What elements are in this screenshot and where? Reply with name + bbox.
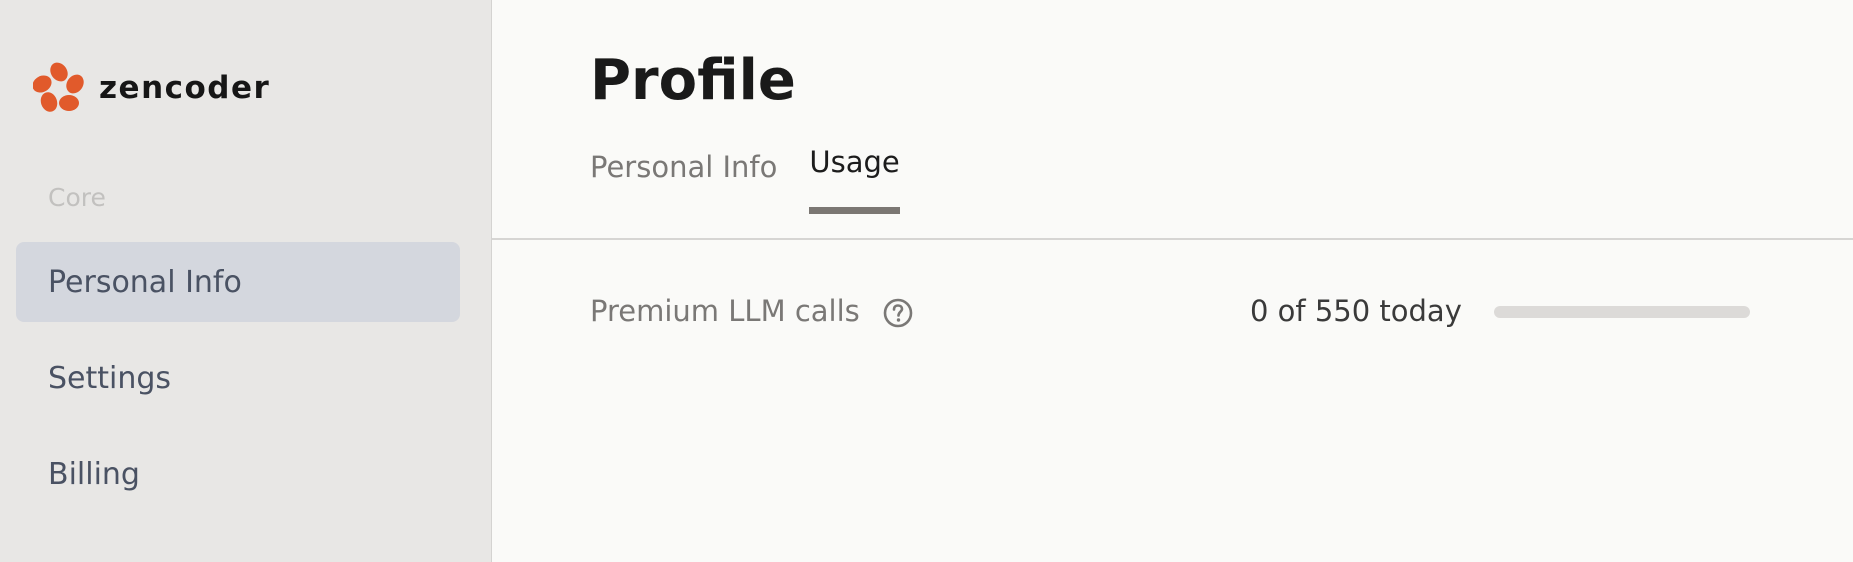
sidebar: zencoder Core Personal Info Settings Bil… <box>0 0 492 562</box>
usage-row-premium-llm-calls: Premium LLM calls 0 of 550 today <box>590 292 1750 336</box>
brand-logo[interactable]: zencoder <box>33 62 270 114</box>
sidebar-item-label: Billing <box>48 456 140 492</box>
usage-label: Premium LLM calls <box>590 294 860 328</box>
tab-personal-info[interactable]: Personal Info <box>590 150 777 219</box>
profile-tabs: Personal Info Usage <box>590 145 932 219</box>
brand-name: zencoder <box>99 70 271 106</box>
tabs-divider <box>492 238 1853 240</box>
sidebar-item-personal-info[interactable]: Personal Info <box>16 242 460 322</box>
question-circle-icon[interactable] <box>882 297 914 329</box>
tab-usage[interactable]: Usage <box>809 145 901 214</box>
sidebar-section-label: Core <box>48 183 106 212</box>
zencoder-logo-icon <box>33 62 84 112</box>
main-content: Profile Personal Info Usage Premium LLM … <box>492 0 1853 562</box>
page-title: Profile <box>590 48 796 113</box>
sidebar-item-settings[interactable]: Settings <box>16 338 460 418</box>
sidebar-item-label: Settings <box>48 360 172 396</box>
usage-progress-bar <box>1494 306 1750 318</box>
sidebar-item-label: Personal Info <box>48 264 242 300</box>
usage-value: 0 of 550 today <box>1250 294 1462 328</box>
sidebar-item-billing[interactable]: Billing <box>16 434 460 514</box>
